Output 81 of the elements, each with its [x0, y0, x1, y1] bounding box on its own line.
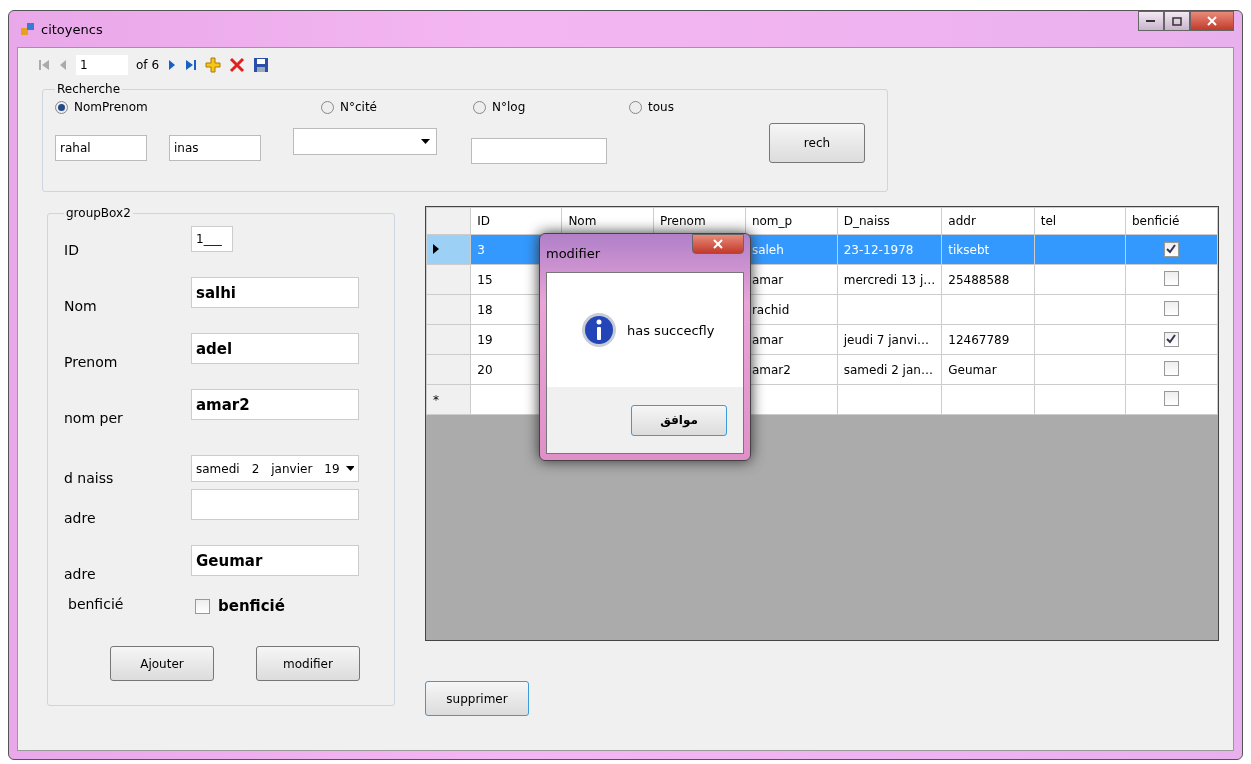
radio-option[interactable]: N°cité	[321, 100, 473, 114]
table-cell: tiksebt	[941, 234, 1035, 265]
text-field[interactable]: salhi	[191, 277, 359, 308]
position-field[interactable]: 1	[76, 55, 128, 75]
radio-option[interactable]: NomPrenom	[55, 100, 285, 114]
next-icon[interactable]	[167, 58, 177, 72]
checkbox[interactable]: benficié	[195, 597, 285, 615]
text-field[interactable]: Geumar	[191, 545, 359, 576]
current-row-icon	[433, 243, 439, 254]
field-label: Prenom	[64, 354, 119, 372]
date-part: janvier	[271, 461, 313, 476]
close-icon	[713, 239, 723, 249]
previous-icon[interactable]	[58, 58, 68, 72]
minimize-icon	[1146, 19, 1156, 23]
column-header[interactable]: D_naiss	[837, 207, 942, 235]
window-title: citoyencs	[41, 21, 103, 37]
last-icon[interactable]	[185, 58, 197, 72]
table-cell: jeudi 7 janvi…	[837, 324, 942, 355]
modify-button[interactable]: modifier	[256, 646, 360, 681]
table-cell: 25488588	[941, 264, 1035, 295]
grid-checkbox[interactable]	[1163, 360, 1179, 376]
new-row-marker: *	[433, 392, 439, 407]
maximize-button[interactable]	[1164, 11, 1190, 31]
field-label: d naiss	[64, 470, 115, 488]
column-header[interactable]: tel	[1034, 207, 1126, 235]
date-part: 2	[251, 461, 260, 476]
table-cell: samedi 2 jan…	[837, 354, 942, 385]
close-button[interactable]	[1190, 11, 1234, 31]
field-label: benficié	[67, 596, 125, 614]
table-cell: Geumar	[941, 354, 1035, 385]
group-title: Recherche	[56, 82, 122, 96]
search-dropdown[interactable]	[293, 127, 437, 155]
dropdown-caret-icon	[421, 138, 430, 144]
date-part: samedi	[196, 461, 240, 476]
header-corner	[426, 207, 471, 235]
delete-icon[interactable]	[229, 57, 245, 73]
search-button[interactable]: rech	[769, 123, 865, 163]
column-header[interactable]: addr	[941, 207, 1035, 235]
text-field[interactable]	[191, 489, 359, 520]
delete-button[interactable]: supprimer	[425, 681, 529, 716]
search-field[interactable]: rahal	[55, 135, 147, 161]
minimize-button[interactable]	[1138, 11, 1164, 31]
close-icon	[1207, 16, 1217, 26]
first-icon[interactable]	[38, 58, 50, 72]
group-title: groupBox2	[65, 206, 132, 220]
grid-checkbox[interactable]	[1163, 270, 1179, 286]
dialog-message: has succecfly	[627, 322, 715, 338]
field-label: ID	[64, 242, 80, 260]
search-field[interactable]: inas	[169, 135, 261, 161]
save-icon[interactable]	[253, 57, 269, 73]
app-icon	[21, 22, 35, 36]
column-header[interactable]: nom_p	[745, 207, 838, 235]
record-count: of 6	[136, 58, 159, 72]
row-header[interactable]	[426, 234, 471, 265]
text-field[interactable]: adel	[191, 333, 359, 364]
id-field[interactable]: 1___	[191, 226, 233, 252]
text-field[interactable]: amar2	[191, 389, 359, 420]
grid-checkbox[interactable]	[1163, 241, 1179, 257]
date-part: 19	[324, 461, 340, 476]
radio-option[interactable]: tous	[629, 100, 859, 114]
column-header[interactable]: benficié	[1125, 207, 1218, 235]
date-picker[interactable]: samedi 2 janvier 19	[191, 455, 359, 482]
table-cell: 23-12-1978	[837, 234, 942, 265]
close-button[interactable]	[692, 234, 744, 254]
dropdown-caret-icon	[345, 466, 354, 471]
field-label: adre	[64, 566, 97, 584]
grid-checkbox[interactable]	[1163, 331, 1179, 347]
radio-option[interactable]: N°log	[473, 100, 629, 114]
add-button[interactable]: Ajouter	[110, 646, 214, 681]
info-icon	[581, 312, 617, 348]
table-cell: 12467789	[941, 324, 1035, 355]
field-label: Nom	[64, 298, 98, 316]
maximize-icon	[1172, 16, 1182, 26]
field-label: adre	[64, 510, 97, 528]
grid-checkbox[interactable]	[1163, 300, 1179, 316]
add-icon[interactable]	[205, 57, 221, 73]
ok-button[interactable]: موافق	[631, 404, 727, 436]
field-label: nom per	[64, 410, 124, 428]
search-field[interactable]	[471, 138, 607, 164]
grid-checkbox[interactable]	[1163, 390, 1179, 406]
table-cell: mercredi 13 j…	[837, 264, 942, 295]
